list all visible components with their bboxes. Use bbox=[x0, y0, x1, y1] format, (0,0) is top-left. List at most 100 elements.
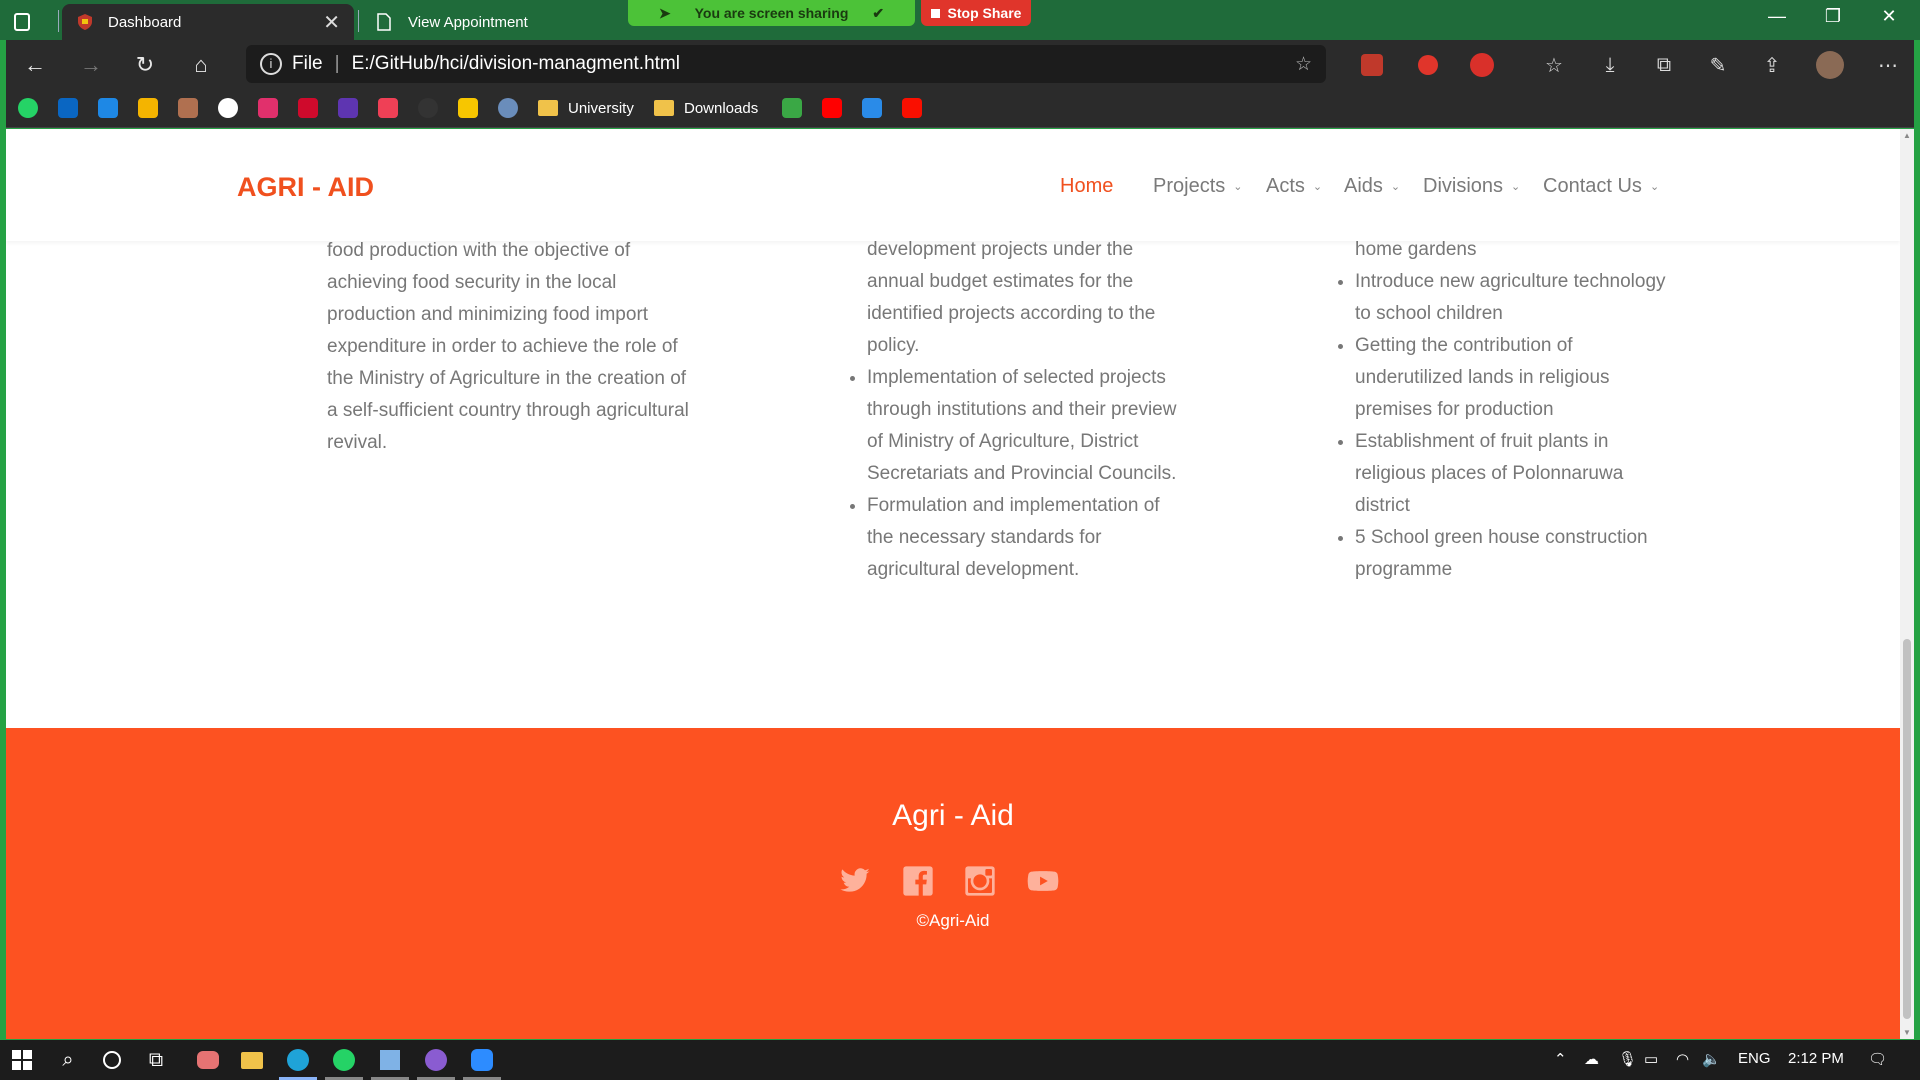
nav-projects[interactable]: Projects ⌄ bbox=[1153, 175, 1242, 198]
stop-share-button[interactable]: Stop Share bbox=[921, 0, 1031, 26]
youtube-bookmark-icon[interactable] bbox=[822, 97, 842, 119]
github-bookmark-icon[interactable] bbox=[218, 97, 238, 119]
edge-browser-icon[interactable] bbox=[284, 1046, 312, 1074]
list-item: development projects under the annual bu… bbox=[867, 239, 1156, 356]
file-explorer-icon[interactable] bbox=[238, 1046, 266, 1074]
reload-button[interactable]: ↻ bbox=[130, 50, 160, 80]
boc-bookmark-icon[interactable] bbox=[458, 97, 478, 119]
scroll-thumb[interactable] bbox=[1903, 639, 1911, 1019]
tray-overflow-icon[interactable]: ⌃ bbox=[1554, 1050, 1567, 1068]
nav-acts[interactable]: Acts ⌄ bbox=[1266, 175, 1322, 198]
site-logo[interactable]: AGRI - AID bbox=[237, 172, 374, 203]
cortana-icon[interactable] bbox=[98, 1046, 126, 1074]
share-icon: ➤ bbox=[658, 4, 671, 21]
paragraph-text: food production with the objective of ac… bbox=[327, 240, 689, 453]
paint-app-icon[interactable] bbox=[194, 1046, 222, 1074]
linkedin-bookmark-icon[interactable] bbox=[58, 97, 78, 119]
language-indicator[interactable]: ENG bbox=[1738, 1050, 1771, 1067]
adobe-bookmark-icon[interactable] bbox=[902, 97, 922, 119]
screen-sharing-indicator: ➤ You are screen sharing ✔ bbox=[628, 0, 915, 26]
tab-title: Dashboard bbox=[108, 13, 182, 31]
huawei-bookmark-icon[interactable] bbox=[298, 97, 318, 119]
chevron-down-icon: ⌄ bbox=[1649, 181, 1660, 193]
list-item: Implementation of selected projects thro… bbox=[867, 362, 1185, 490]
youtube-icon[interactable] bbox=[1026, 865, 1059, 897]
cube-app-icon[interactable] bbox=[376, 1046, 404, 1074]
circle-bookmark-icon[interactable] bbox=[418, 97, 438, 119]
wifi-icon[interactable]: ◠ bbox=[1676, 1050, 1689, 1068]
video-bookmark-icon[interactable] bbox=[98, 97, 118, 119]
web-capture-icon[interactable]: ✎ bbox=[1704, 51, 1732, 79]
restore-button[interactable]: ❐ bbox=[1810, 6, 1856, 27]
page-scrollbar[interactable]: ▲ ▼ bbox=[1900, 129, 1914, 1039]
clock[interactable]: 2:12 PM bbox=[1788, 1050, 1844, 1067]
bookmark-folder-downloads[interactable]: Downloads bbox=[654, 97, 758, 119]
tab-dashboard[interactable]: Dashboard ✕ bbox=[62, 4, 354, 40]
whatsapp-app-icon[interactable] bbox=[330, 1046, 358, 1074]
microphone-icon[interactable]: 🎙 bbox=[1618, 1050, 1637, 1068]
extension-pen-icon[interactable] bbox=[1358, 51, 1386, 79]
stop-icon bbox=[930, 8, 940, 18]
twitter-icon[interactable] bbox=[839, 865, 871, 897]
bookmark-folder-university[interactable]: University bbox=[538, 97, 634, 119]
photo-bookmark-icon[interactable] bbox=[178, 97, 198, 119]
task-view-icon[interactable]: ⧉ bbox=[142, 1046, 170, 1074]
folder-icon bbox=[538, 100, 558, 116]
volume-icon[interactable]: 🔈 bbox=[1702, 1050, 1721, 1068]
web-page: food production with the objective of ac… bbox=[6, 129, 1900, 1039]
collections-icon[interactable]: ⧉ bbox=[1650, 51, 1678, 79]
d-bookmark-icon[interactable] bbox=[338, 97, 358, 119]
x-bookmark-icon[interactable] bbox=[862, 97, 882, 119]
page-icon bbox=[376, 13, 394, 31]
nav-aids[interactable]: Aids ⌄ bbox=[1344, 175, 1400, 198]
downloads-icon[interactable]: ⤓ bbox=[1596, 51, 1624, 79]
instagram-bookmark-icon[interactable] bbox=[258, 97, 278, 119]
search-icon[interactable]: ⌕ bbox=[54, 1046, 82, 1074]
column-3: home gardens Introduce new agriculture t… bbox=[1333, 234, 1673, 586]
close-tab-icon[interactable]: ✕ bbox=[323, 10, 340, 35]
chevron-down-icon: ⌄ bbox=[1390, 181, 1401, 193]
address-bar[interactable]: i File | E:/GitHub/hci/division-managmen… bbox=[246, 45, 1326, 83]
share-icon[interactable]: ⇪ bbox=[1758, 51, 1786, 79]
zoom-app-icon[interactable] bbox=[468, 1046, 496, 1074]
nav-divisions[interactable]: Divisions ⌄ bbox=[1423, 175, 1520, 198]
profile-avatar[interactable] bbox=[1816, 51, 1844, 79]
whatsapp-bookmark-icon[interactable] bbox=[18, 97, 38, 119]
nav-home[interactable]: Home bbox=[1060, 175, 1113, 198]
extension-stop-icon[interactable] bbox=[1414, 51, 1442, 79]
windows-taskbar: ⌕ ⧉ ⌃ ☁ 🎙 ▭ ◠ 🔈 ENG 2:12 PM 🗨 bbox=[0, 1040, 1920, 1080]
add-favorite-icon[interactable]: ☆ bbox=[1295, 53, 1312, 76]
adblock-icon[interactable] bbox=[1468, 51, 1496, 79]
f-bookmark-icon[interactable] bbox=[782, 97, 802, 119]
github-desktop-icon[interactable] bbox=[422, 1046, 450, 1074]
onedrive-icon[interactable]: ☁ bbox=[1584, 1050, 1599, 1068]
notifications-icon[interactable]: 🗨 bbox=[1868, 1050, 1887, 1068]
scroll-down-arrow[interactable]: ▼ bbox=[1903, 1028, 1911, 1037]
back-button[interactable]: ← bbox=[20, 50, 50, 80]
info-icon[interactable]: i bbox=[260, 53, 282, 75]
tab-view-appointment[interactable]: View Appointment bbox=[362, 4, 622, 40]
column-2: development projects under the annual bu… bbox=[845, 234, 1185, 586]
more-menu-icon[interactable]: ⋯ bbox=[1874, 51, 1902, 79]
battery-icon[interactable]: ▭ bbox=[1644, 1050, 1658, 1068]
chevron-down-icon: ⌄ bbox=[1233, 181, 1243, 193]
windows-start-icon[interactable] bbox=[8, 1046, 36, 1074]
university-logo-bookmark-icon[interactable] bbox=[498, 97, 518, 119]
movie-bookmark-icon[interactable] bbox=[138, 97, 158, 119]
facebook-icon[interactable] bbox=[902, 865, 934, 897]
favorites-icon[interactable]: ☆ bbox=[1540, 51, 1568, 79]
minimize-button[interactable]: — bbox=[1754, 6, 1800, 27]
close-window-button[interactable]: ✕ bbox=[1866, 6, 1912, 27]
browser-window: Dashboard ✕ View Appointment ➤ You are s… bbox=[0, 0, 1920, 1080]
footer-title: Agri - Aid bbox=[892, 799, 1014, 832]
pocket-bookmark-icon[interactable] bbox=[378, 97, 398, 119]
instagram-icon[interactable] bbox=[964, 865, 996, 897]
list-item: Establishment of fruit plants in religio… bbox=[1355, 426, 1673, 522]
scroll-up-arrow[interactable]: ▲ bbox=[1903, 131, 1911, 140]
forward-button[interactable]: → bbox=[76, 50, 106, 80]
tab-actions-button[interactable] bbox=[0, 4, 44, 40]
list-item: 5 School green house construction progra… bbox=[1355, 522, 1673, 586]
home-button[interactable]: ⌂ bbox=[186, 50, 216, 80]
bookmarks-bar: University Downloads bbox=[6, 88, 1914, 128]
nav-contact-us[interactable]: Contact Us ⌄ bbox=[1543, 175, 1659, 198]
